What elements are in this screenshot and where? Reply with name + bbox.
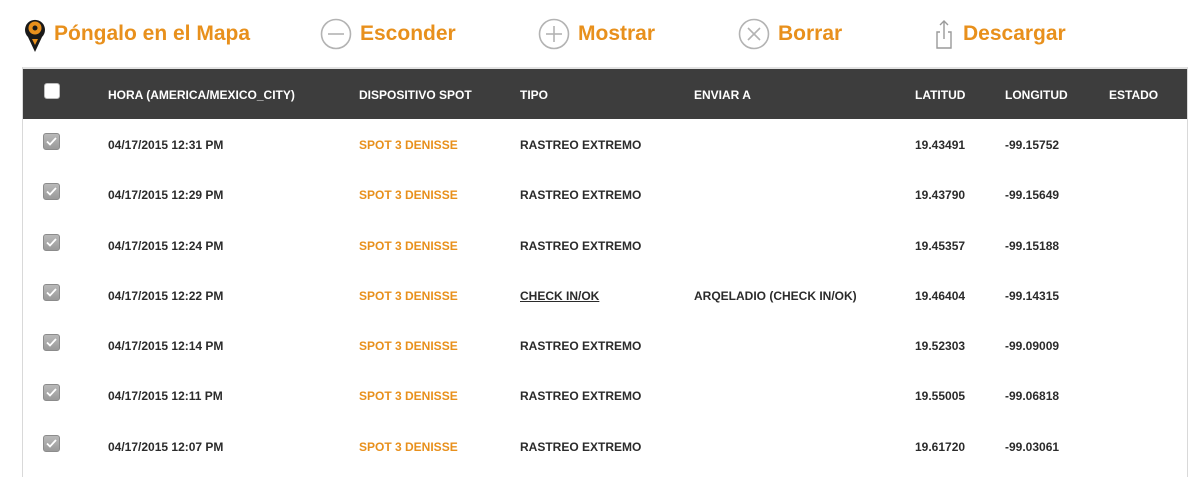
delete-button[interactable]: Borrar: [738, 12, 842, 56]
table-row: 04/17/2015 12:22 PM SPOT 3 DENISSE CHECK…: [23, 270, 1187, 320]
latitude-cell: 19.55005: [915, 389, 966, 404]
time-cell: 04/17/2015 12:24 PM: [108, 238, 224, 253]
type-cell: RASTREO EXTREMO: [520, 138, 642, 152]
x-circle-icon: [738, 18, 770, 50]
row-checkbox[interactable]: [43, 183, 60, 201]
put-on-map-label: Póngalo en el Mapa: [54, 22, 251, 45]
table-row: 04/17/2015 12:14 PM SPOT 3 DENISSE RASTR…: [23, 320, 1187, 370]
time-cell: 04/17/2015 12:14 PM: [108, 339, 224, 354]
send-to-cell: ARQELADIO (CHECK IN/OK): [694, 288, 857, 303]
checkmark-icon: [46, 288, 57, 297]
map-pin-icon: [25, 19, 45, 52]
longitude-cell: -99.15649: [1005, 188, 1060, 203]
show-button[interactable]: Mostrar: [538, 12, 655, 56]
device-cell: SPOT 3 DENISSE: [359, 339, 458, 354]
minus-circle-icon: [320, 18, 352, 50]
plus-circle-icon: [538, 18, 570, 50]
longitude-cell: -99.06818: [1005, 389, 1060, 404]
latitude-cell: 19.52303: [915, 339, 966, 354]
checkmark-icon: [46, 388, 57, 398]
hide-label: Esconder: [360, 22, 456, 45]
column-header-type[interactable]: TIPO: [520, 88, 548, 102]
download-label: Descargar: [963, 22, 1066, 45]
checkmark-icon: [46, 187, 57, 197]
latitude-cell: 19.43790: [915, 188, 966, 203]
latitude-cell: 19.45357: [915, 238, 966, 253]
table-header: HORA (AMERICA/MEXICO_CITY) DISPOSITIVO S…: [23, 67, 1187, 119]
select-all-checkbox[interactable]: [44, 83, 60, 99]
device-cell: SPOT 3 DENISSE: [359, 188, 458, 203]
longitude-cell: -99.15752: [1005, 138, 1060, 152]
device-cell: SPOT 3 DENISSE: [359, 138, 458, 152]
longitude-cell: -99.09009: [1005, 339, 1060, 354]
type-cell: RASTREO EXTREMO: [520, 439, 642, 454]
table-row: 04/17/2015 12:07 PM SPOT 3 DENISSE RASTR…: [23, 421, 1187, 471]
column-header-send-to[interactable]: ENVIAR A: [694, 88, 751, 102]
messages-table: HORA (AMERICA/MEXICO_CITY) DISPOSITIVO S…: [22, 67, 1188, 477]
time-cell: 04/17/2015 12:29 PM: [108, 188, 224, 203]
checkmark-icon: [46, 338, 57, 347]
row-checkbox[interactable]: [43, 384, 60, 402]
time-cell: 04/17/2015 12:11 PM: [108, 389, 223, 404]
type-link[interactable]: CHECK IN/OK: [520, 289, 599, 303]
column-header-time[interactable]: HORA (AMERICA/MEXICO_CITY): [108, 88, 295, 102]
device-cell: SPOT 3 DENISSE: [359, 238, 458, 253]
row-checkbox[interactable]: [43, 334, 60, 352]
row-checkbox[interactable]: [43, 133, 60, 150]
row-checkbox[interactable]: [43, 434, 60, 452]
type-cell: RASTREO EXTREMO: [520, 339, 642, 354]
latitude-cell: 19.46404: [915, 288, 966, 303]
time-cell: 04/17/2015 12:22 PM: [108, 288, 224, 303]
latitude-cell: 19.61720: [915, 439, 966, 454]
longitude-cell: -99.14315: [1005, 288, 1060, 303]
column-header-latitude[interactable]: LATITUD: [915, 88, 965, 102]
checkmark-icon: [46, 237, 57, 247]
latitude-cell: 19.43491: [915, 138, 966, 152]
column-header-device[interactable]: DISPOSITIVO SPOT: [359, 88, 472, 102]
type-cell: RASTREO EXTREMO: [520, 238, 642, 253]
row-checkbox[interactable]: [43, 283, 60, 301]
checkmark-icon: [46, 137, 57, 146]
time-cell: 04/17/2015 12:31 PM: [108, 138, 224, 152]
row-checkbox[interactable]: [43, 233, 60, 251]
longitude-cell: -99.15188: [1005, 238, 1060, 253]
type-cell: RASTREO EXTREMO: [520, 188, 642, 203]
hide-button[interactable]: Esconder: [320, 12, 456, 56]
put-on-map-button[interactable]: Póngalo en el Mapa: [24, 12, 250, 56]
column-header-status[interactable]: ESTADO: [1109, 88, 1158, 102]
device-cell: SPOT 3 DENISSE: [359, 389, 458, 404]
table-row: 04/17/2015 12:24 PM SPOT 3 DENISSE RASTR…: [23, 220, 1187, 270]
table-row: 04/17/2015 12:31 PM SPOT 3 DENISSE RASTR…: [23, 119, 1187, 169]
download-button[interactable]: Descargar: [935, 12, 1066, 56]
table-row: 04/17/2015 12:29 PM SPOT 3 DENISSE RASTR…: [23, 169, 1187, 219]
device-cell: SPOT 3 DENISSE: [359, 288, 458, 303]
checkmark-icon: [46, 439, 57, 448]
device-cell: SPOT 3 DENISSE: [359, 439, 458, 454]
share-upload-icon: [936, 20, 952, 49]
longitude-cell: -99.03061: [1005, 439, 1060, 454]
type-cell: RASTREO EXTREMO: [520, 389, 642, 404]
time-cell: 04/17/2015 12:07 PM: [108, 439, 224, 454]
toolbar: Póngalo en el Mapa Esconder Mostrar Borr…: [0, 0, 1200, 66]
delete-label: Borrar: [778, 22, 843, 45]
table-row: 04/17/2015 12:11 PM SPOT 3 DENISSE RASTR…: [23, 370, 1187, 420]
column-header-longitude[interactable]: LONGITUD: [1005, 88, 1068, 102]
show-label: Mostrar: [578, 22, 656, 45]
table-body: 04/17/2015 12:31 PM SPOT 3 DENISSE RASTR…: [23, 119, 1187, 471]
